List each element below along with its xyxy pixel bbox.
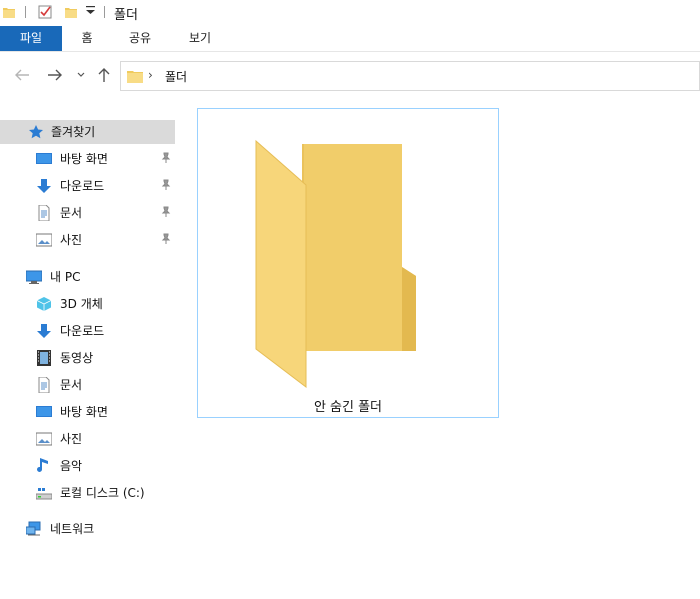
ribbon-tabs: 파일 홈 공유 보기 bbox=[0, 26, 700, 52]
sidebar-item-network[interactable]: 네트워크 bbox=[26, 517, 176, 541]
drive-icon bbox=[36, 488, 52, 500]
sidebar-label: 바탕 화면 bbox=[60, 405, 108, 419]
desktop-icon bbox=[36, 406, 52, 417]
chevron-down-icon bbox=[86, 6, 95, 14]
sidebar-label: 3D 개체 bbox=[60, 297, 103, 311]
document-icon bbox=[38, 205, 50, 221]
sidebar-label: 바탕 화면 bbox=[60, 152, 108, 166]
breadcrumb-current[interactable]: 폴더 bbox=[165, 68, 187, 85]
cube-icon bbox=[36, 297, 52, 311]
pin-icon[interactable] bbox=[160, 179, 172, 191]
tab-home[interactable]: 홈 bbox=[72, 26, 102, 51]
folder-item[interactable]: 안 숨긴 폴더 bbox=[197, 108, 499, 418]
folder-icon[interactable] bbox=[2, 5, 16, 19]
music-note-icon bbox=[37, 458, 48, 472]
sidebar-item-videos[interactable]: 동영상 bbox=[36, 346, 176, 370]
file-list: 안 숨긴 폴더 bbox=[185, 101, 700, 599]
sidebar-label: 음악 bbox=[60, 459, 83, 473]
up-arrow-icon[interactable] bbox=[97, 67, 111, 83]
network-icon bbox=[26, 521, 41, 536]
sidebar-label: 사진 bbox=[60, 432, 83, 446]
sidebar-item-downloads[interactable]: 다운로드 bbox=[36, 174, 181, 198]
tab-file[interactable]: 파일 bbox=[0, 26, 62, 51]
sidebar-item-documents[interactable]: 문서 bbox=[36, 201, 181, 225]
sidebar-item-desktop[interactable]: 바탕 화면 bbox=[36, 400, 176, 424]
toolbar-separator bbox=[104, 6, 105, 18]
tab-share[interactable]: 공유 bbox=[120, 26, 160, 51]
folder-name: 안 숨긴 폴더 bbox=[313, 400, 383, 415]
title-bar: 폴더 bbox=[0, 0, 700, 26]
desktop-icon bbox=[36, 153, 52, 164]
toolbar-separator bbox=[25, 6, 26, 18]
new-folder-icon[interactable] bbox=[64, 5, 78, 19]
sidebar-item-3d-objects[interactable]: 3D 개체 bbox=[36, 292, 176, 316]
sidebar-label: 동영상 bbox=[60, 351, 94, 365]
sidebar-item-desktop[interactable]: 바탕 화면 bbox=[36, 147, 181, 171]
download-icon bbox=[37, 179, 51, 193]
customize-quick-access-dropdown[interactable] bbox=[86, 4, 95, 19]
breadcrumb-chevron-icon[interactable]: › bbox=[148, 68, 153, 82]
sidebar-label: 내 PC bbox=[50, 270, 81, 284]
sidebar-item-documents[interactable]: 문서 bbox=[36, 373, 176, 397]
sidebar-label: 로컬 디스크 (C:) bbox=[60, 486, 145, 500]
sidebar-item-this-pc[interactable]: 내 PC bbox=[26, 265, 176, 289]
sidebar-item-pictures[interactable]: 사진 bbox=[36, 427, 176, 451]
pin-icon[interactable] bbox=[160, 206, 172, 218]
sidebar-item-pictures[interactable]: 사진 bbox=[36, 228, 181, 252]
pictures-icon bbox=[36, 432, 52, 446]
back-arrow-icon[interactable] bbox=[14, 68, 30, 82]
sidebar-label: 다운로드 bbox=[60, 324, 105, 338]
folder-icon bbox=[255, 139, 416, 389]
forward-arrow-icon[interactable] bbox=[47, 68, 63, 82]
pin-icon[interactable] bbox=[160, 233, 172, 245]
sidebar-label: 네트워크 bbox=[50, 522, 95, 536]
pictures-icon bbox=[36, 233, 52, 247]
properties-icon[interactable] bbox=[38, 5, 52, 19]
document-icon bbox=[38, 377, 50, 393]
sidebar-item-downloads[interactable]: 다운로드 bbox=[36, 319, 176, 343]
navigation-bar: › 폴더 bbox=[0, 51, 700, 101]
sidebar-label: 문서 bbox=[60, 206, 83, 220]
sidebar-label: 즐겨찾기 bbox=[51, 125, 96, 139]
sidebar-item-music[interactable]: 음악 bbox=[36, 454, 176, 478]
navigation-pane: 즐겨찾기 바탕 화면 다운로드 문서 사진 내 PC 3D 개체 다운로드 동영… bbox=[0, 101, 185, 599]
sidebar-item-quick-access[interactable]: 즐겨찾기 bbox=[0, 120, 175, 144]
download-icon bbox=[37, 324, 51, 338]
sidebar-item-local-disk[interactable]: 로컬 디스크 (C:) bbox=[36, 481, 181, 505]
sidebar-label: 사진 bbox=[60, 233, 83, 247]
recent-locations-chevron-icon[interactable] bbox=[77, 72, 85, 78]
pin-icon[interactable] bbox=[160, 152, 172, 164]
address-bar[interactable]: › 폴더 bbox=[120, 61, 700, 91]
star-icon bbox=[29, 125, 43, 139]
computer-icon bbox=[26, 270, 42, 284]
sidebar-label: 문서 bbox=[60, 378, 83, 392]
tab-view[interactable]: 보기 bbox=[180, 26, 220, 51]
window-title: 폴더 bbox=[114, 8, 138, 23]
video-icon bbox=[37, 350, 51, 366]
folder-icon bbox=[127, 71, 143, 83]
sidebar-label: 다운로드 bbox=[60, 179, 105, 193]
